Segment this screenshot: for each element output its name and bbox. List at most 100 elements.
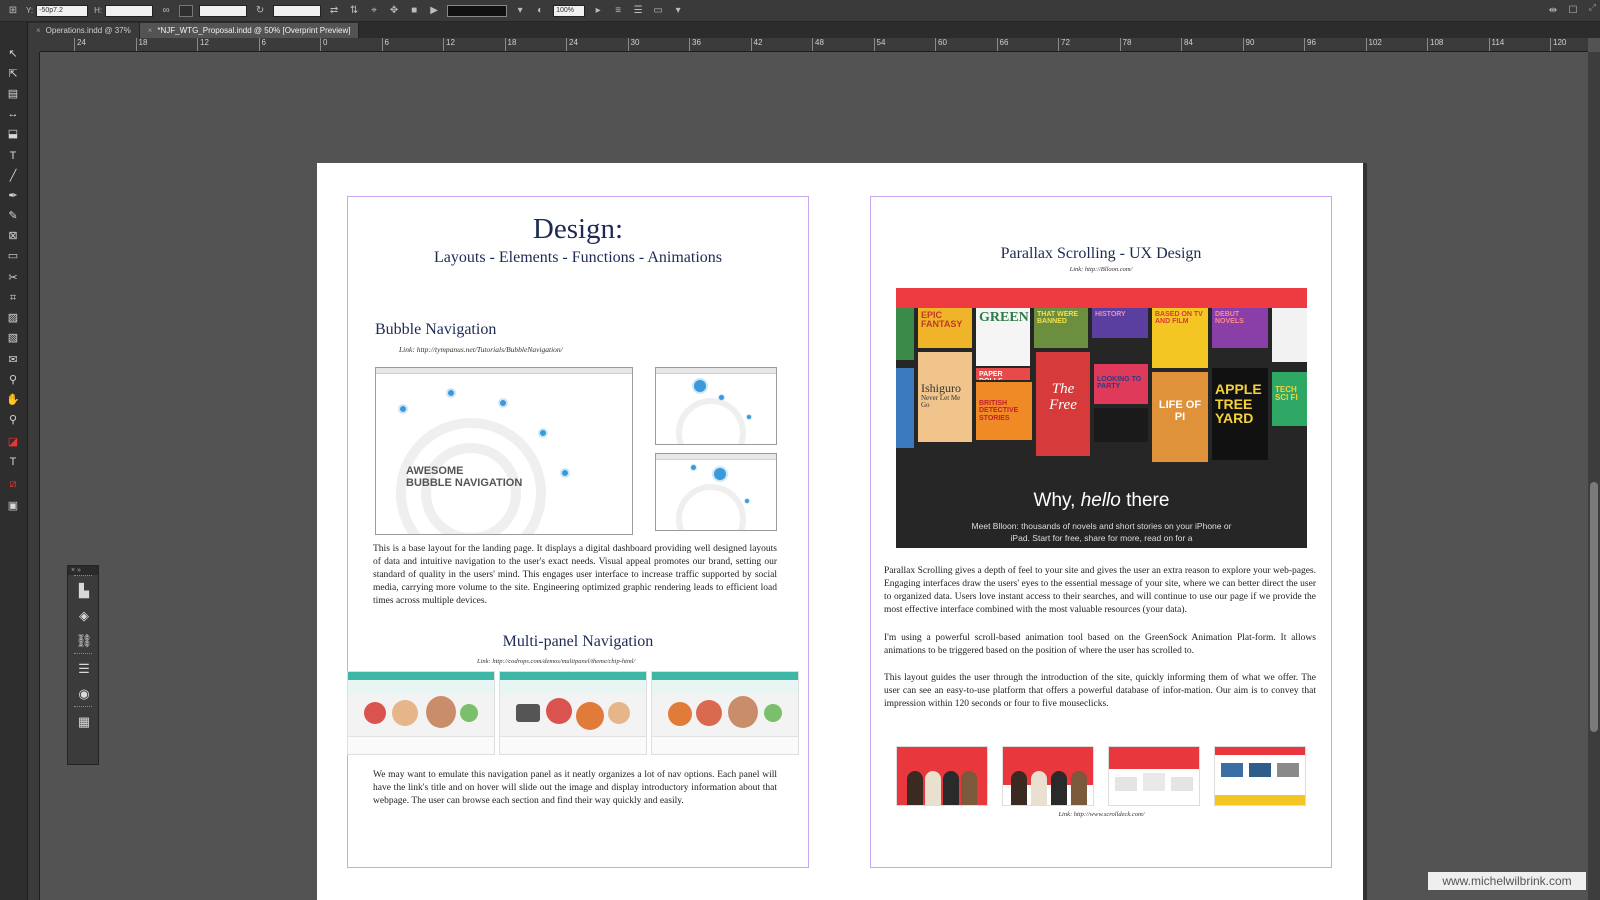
close-icon[interactable]: × [148, 26, 153, 35]
opacity-icon[interactable]: ◐ [533, 5, 547, 17]
distribute-icon[interactable]: ☰ [631, 5, 645, 17]
gradient-feather-tool-icon[interactable]: ▧ [4, 330, 22, 346]
book-cover [1094, 408, 1148, 442]
gap-tool-icon[interactable]: ↔ [4, 106, 22, 122]
flip-vertical-icon[interactable]: ⇅ [347, 5, 361, 17]
select-container-icon[interactable]: ⌖ [367, 5, 381, 17]
zoom-tool-icon[interactable]: ⚲ [4, 412, 22, 428]
reference-point-icon[interactable]: ⊞ [6, 5, 20, 17]
scrolldeck-screenshot[interactable] [1108, 746, 1200, 806]
parallax-link[interactable]: Link: http://Blloon.com/ [870, 266, 1332, 273]
panel-menu-icon[interactable]: ☐ [1566, 5, 1580, 17]
book-cover [1272, 308, 1307, 362]
gradient-tool-icon[interactable]: ▨ [4, 310, 22, 326]
scrolldeck-screenshot[interactable] [896, 746, 988, 806]
align-icon[interactable]: ≡ [611, 5, 625, 17]
table-panel-icon[interactable]: ▦ [68, 709, 100, 734]
scrolldeck-link[interactable]: Link: http://www.scrolldeck.com/ [896, 811, 1307, 818]
book-history: HISTORY [1092, 308, 1148, 338]
design-subtitle[interactable]: Layouts - Elements - Functions - Animati… [347, 249, 809, 267]
rotate-input[interactable] [273, 4, 322, 17]
content-collector-icon[interactable]: ⬓ [4, 126, 22, 142]
fill-icon[interactable]: ■ [407, 5, 421, 17]
ruler-tick-label: 48 [815, 38, 824, 47]
multi-panel-body[interactable]: We may want to emulate this navigation p… [373, 769, 777, 808]
bubble-nav-large-mockup[interactable]: AWESOME BUBBLE NAVIGATION [375, 367, 633, 535]
text-wrap-icon[interactable]: ⇹ [1546, 5, 1560, 17]
bubble-nav-small-mockup[interactable] [655, 367, 777, 445]
document-spread[interactable]: Design: Layouts - Elements - Functions -… [317, 163, 1363, 900]
scrolldeck-screenshot[interactable] [1214, 746, 1306, 806]
select-content-icon[interactable]: ✥ [387, 5, 401, 17]
layers-panel-icon[interactable]: ◈ [68, 603, 100, 628]
fill-stroke-swatch-icon[interactable]: ◪ [4, 434, 22, 450]
zoom-input[interactable]: 100% [553, 4, 586, 17]
bubble-navigation-body[interactable]: This is a base layout for the landing pa… [373, 543, 777, 608]
scrollbar-thumb[interactable] [1590, 482, 1598, 732]
line-tool-icon[interactable]: ╱ [4, 168, 22, 184]
selection-tool-icon[interactable]: ↖ [4, 46, 22, 62]
scale-box[interactable] [179, 4, 194, 17]
tab-proposal[interactable]: × *NJF_WTG_Proposal.indd @ 50% [Overprint… [139, 23, 360, 38]
thumb-person [907, 771, 923, 805]
direct-selection-tool-icon[interactable]: ⇱ [4, 66, 22, 82]
scrolldeck-screenshot[interactable] [1002, 746, 1094, 806]
apply-none-icon[interactable]: ⧄ [4, 476, 22, 492]
links-panel-icon[interactable]: ⛓ [68, 628, 100, 653]
flip-horizontal-icon[interactable]: ⇄ [327, 5, 341, 17]
rectangle-frame-tool-icon[interactable]: ⊠ [4, 228, 22, 244]
parallax-heading[interactable]: Parallax Scrolling - UX Design [870, 245, 1332, 263]
screen-mode-icon[interactable]: ▣ [4, 498, 22, 514]
h-input[interactable] [105, 4, 154, 17]
type-tool-icon[interactable]: T [4, 148, 22, 164]
multi-panel-link[interactable]: Link: http://codrops.com/demos/multipane… [477, 658, 635, 665]
formatting-affects-icon[interactable]: T [4, 454, 22, 470]
scissors-tool-icon[interactable]: ✂ [4, 270, 22, 286]
pen-tool-icon[interactable]: ✒ [4, 188, 22, 204]
bubble-navigation-heading[interactable]: Bubble Navigation [375, 321, 496, 339]
multi-panel-screenshot[interactable] [499, 671, 647, 755]
panel-dock-header[interactable]: × » [68, 566, 98, 575]
ruler-origin[interactable] [28, 38, 40, 52]
ruler-tick-label: 72 [1061, 38, 1070, 47]
bubble-navigation-link[interactable]: Link: http://tympanus.net/Tutorials/Bubb… [399, 345, 563, 354]
swatches-panel-icon[interactable]: ◉ [68, 681, 100, 706]
horizontal-ruler[interactable]: 24 18 12 6 0 6 12 18 24 30 36 42 48 54 60 66 72 78 84 90 96 1… [40, 38, 1588, 52]
stroke-panel-icon[interactable]: ☰ [68, 656, 100, 681]
blloon-hero-screenshot[interactable]: EPIC FANTASY GREEN THAT WERE BANNED HIST… [896, 288, 1307, 548]
parallax-paragraph-1[interactable]: Parallax Scrolling gives a depth of feel… [884, 565, 1316, 617]
spread-shadow [1363, 163, 1367, 900]
frame-fitting-icon[interactable]: ▭ [651, 5, 665, 17]
hand-tool-icon[interactable]: ✋ [4, 392, 22, 408]
parallax-paragraph-3[interactable]: This layout guides the user through the … [884, 672, 1316, 711]
vertical-ruler[interactable] [28, 52, 40, 900]
zoom-arrow-icon[interactable]: ▸ [591, 5, 605, 17]
multi-panel-screenshot[interactable] [651, 671, 799, 755]
eyedropper-tool-icon[interactable]: ⚲ [4, 372, 22, 388]
stroke-style-swatch[interactable] [447, 4, 508, 17]
design-title[interactable]: Design: [347, 213, 809, 246]
pencil-tool-icon[interactable]: ✎ [4, 208, 22, 224]
panel-options-icon[interactable]: ⤢ [1589, 2, 1596, 13]
dropdown-arrow-icon[interactable]: ▾ [513, 5, 527, 17]
page-tool-icon[interactable]: ▤ [4, 86, 22, 102]
rotate-icon[interactable]: ↻ [253, 5, 267, 17]
frame-dropdown-icon[interactable]: ▾ [671, 5, 685, 17]
thumb-footer [500, 736, 646, 754]
stroke-play-icon[interactable]: ▶ [427, 5, 441, 17]
bubble-nav-small-mockup[interactable] [655, 453, 777, 531]
close-icon[interactable]: × [36, 26, 41, 35]
pages-panel-icon[interactable]: ▙ [68, 578, 100, 603]
y-input[interactable]: -50p7.2 [36, 4, 89, 17]
multi-panel-heading[interactable]: Multi-panel Navigation [347, 633, 809, 651]
free-transform-tool-icon[interactable]: ⌗ [4, 290, 22, 306]
vertical-scrollbar[interactable] [1588, 52, 1600, 900]
tab-label: *NJF_WTG_Proposal.indd @ 50% [Overprint … [157, 26, 351, 35]
parallax-paragraph-2[interactable]: I'm using a powerful scroll-based animat… [884, 632, 1316, 658]
rectangle-tool-icon[interactable]: ▭ [4, 248, 22, 264]
constrain-icon[interactable]: ∞ [159, 5, 173, 17]
scale-input[interactable] [199, 4, 248, 17]
multi-panel-screenshot[interactable] [347, 671, 495, 755]
note-tool-icon[interactable]: ✉ [4, 352, 22, 368]
tab-operations[interactable]: × Operations.indd @ 37% [28, 23, 140, 38]
